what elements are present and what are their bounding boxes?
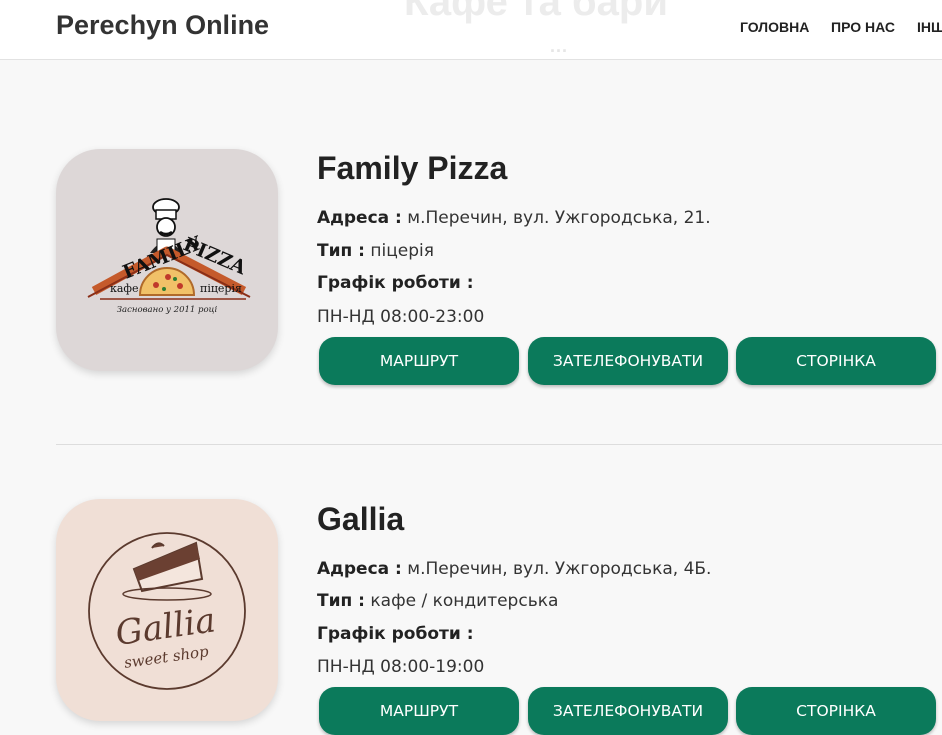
nav-about[interactable]: ПРО НАС <box>831 19 895 35</box>
route-button[interactable]: МАРШРУТ <box>319 687 519 735</box>
svg-text:Засновано у 2011 році: Засновано у 2011 році <box>117 305 218 315</box>
address-line: Адреса : м.Перечин, вул. Ужгородська, 21… <box>317 208 711 228</box>
hours-value: ПН-НД 08:00-19:00 <box>317 657 485 677</box>
address-label: Адреса : <box>317 208 402 228</box>
place-logo: Gallia sweet shop <box>56 499 278 721</box>
card-divider <box>56 444 942 445</box>
page-heading-faded: Кафе та бари <box>404 0 668 24</box>
type-value: піцерія <box>370 241 434 261</box>
schedule-label: Графік роботи : <box>317 624 474 644</box>
call-button[interactable]: ЗАТЕЛЕФОНУВАТИ <box>528 687 728 735</box>
address-line: Адреса : м.Перечин, вул. Ужгородська, 4Б… <box>317 559 711 579</box>
family-pizza-logo-icon: FAMILY PIZZA кафе піцерія Засновано у 20… <box>87 198 251 315</box>
type-label: Тип : <box>317 591 365 611</box>
nav-other[interactable]: ІНШ <box>917 19 942 35</box>
top-navbar: Кафе та бари ... Perechyn Online ГОЛОВНА… <box>0 0 942 60</box>
place-title[interactable]: Gallia <box>317 501 404 538</box>
type-value: кафе / кондитерська <box>370 591 559 611</box>
heading-dots: ... <box>550 36 569 56</box>
nav-home[interactable]: ГОЛОВНА <box>740 19 809 35</box>
address-label: Адреса : <box>317 559 402 579</box>
type-label: Тип : <box>317 241 365 261</box>
address-value: м.Перечин, вул. Ужгородська, 4Б. <box>407 559 712 579</box>
address-value: м.Перечин, вул. Ужгородська, 21. <box>407 208 711 228</box>
svg-text:кафе: кафе <box>110 282 139 295</box>
hours-value: ПН-НД 08:00-23:00 <box>317 307 485 327</box>
gallia-logo-icon: Gallia sweet shop <box>88 532 246 690</box>
place-logo: FAMILY PIZZA кафе піцерія Засновано у 20… <box>56 149 278 371</box>
type-line: Тип : кафе / кондитерська <box>317 591 558 611</box>
page-button[interactable]: СТОРІНКА <box>736 337 936 385</box>
schedule-line: Графік роботи : <box>317 624 474 644</box>
route-button[interactable]: МАРШРУТ <box>319 337 519 385</box>
call-button[interactable]: ЗАТЕЛЕФОНУВАТИ <box>528 337 728 385</box>
place-title[interactable]: Family Pizza <box>317 150 507 187</box>
site-logo-link[interactable]: Perechyn Online <box>56 10 269 41</box>
page-button[interactable]: СТОРІНКА <box>736 687 936 735</box>
schedule-label: Графік роботи : <box>317 273 474 293</box>
svg-text:піцерія: піцерія <box>200 282 242 295</box>
schedule-line: Графік роботи : <box>317 273 474 293</box>
type-line: Тип : піцерія <box>317 241 434 261</box>
